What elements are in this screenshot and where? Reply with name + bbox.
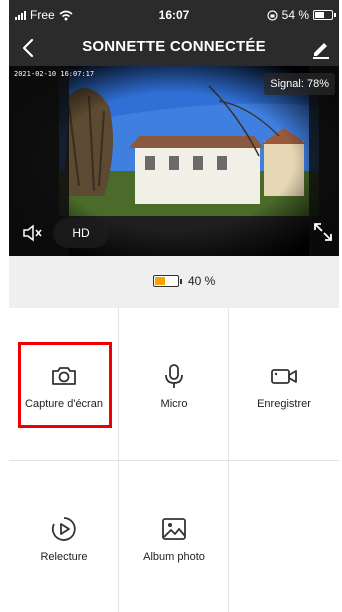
live-video-feed[interactable]: 2021-02-10 16:07:17 Signal: 78% HD	[9, 66, 339, 256]
orientation-lock-icon	[267, 9, 278, 21]
device-battery-icon	[153, 275, 182, 287]
action-grid: Capture d'écran Micro Enregistrer Relect…	[9, 308, 339, 612]
quality-toggle-button[interactable]: HD	[53, 218, 109, 248]
video-camera-icon	[271, 369, 297, 384]
battery-icon	[313, 10, 336, 20]
navigation-bar: SONNETTE CONNECTÉE	[9, 30, 339, 66]
record-label: Enregistrer	[257, 398, 311, 410]
playback-icon	[51, 517, 76, 541]
device-battery-level: 40 %	[188, 274, 216, 288]
video-timestamp: 2021-02-10 16:07:17	[14, 70, 95, 78]
app-screen: Free 16:07 54 % SONNETTE CONNECTÉE 2021-…	[0, 0, 342, 612]
page-title: SONNETTE CONNECTÉE	[82, 38, 266, 55]
battery-area: 54 %	[267, 8, 336, 22]
microphone-button[interactable]: Micro	[119, 308, 229, 460]
edit-icon[interactable]	[309, 36, 333, 60]
photo-album-button[interactable]: Album photo	[119, 461, 229, 612]
photo-album-label: Album photo	[143, 551, 205, 563]
photo-album-icon	[162, 518, 186, 540]
left-margin	[0, 0, 9, 612]
fullscreen-icon[interactable]	[311, 220, 335, 244]
highlight-annotation	[18, 342, 112, 428]
battery-percent: 54 %	[281, 8, 309, 22]
device-battery-row: 40 %	[9, 256, 339, 308]
record-button[interactable]: Enregistrer	[229, 308, 339, 460]
playback-button[interactable]: Relecture	[9, 461, 119, 612]
mute-icon[interactable]	[21, 222, 43, 244]
microphone-icon	[165, 364, 183, 388]
signal-strength-badge: Signal: 78%	[264, 73, 335, 95]
playback-label: Relecture	[40, 551, 88, 563]
status-bar: Free 16:07 54 %	[9, 0, 339, 30]
microphone-label: Micro	[160, 398, 188, 410]
